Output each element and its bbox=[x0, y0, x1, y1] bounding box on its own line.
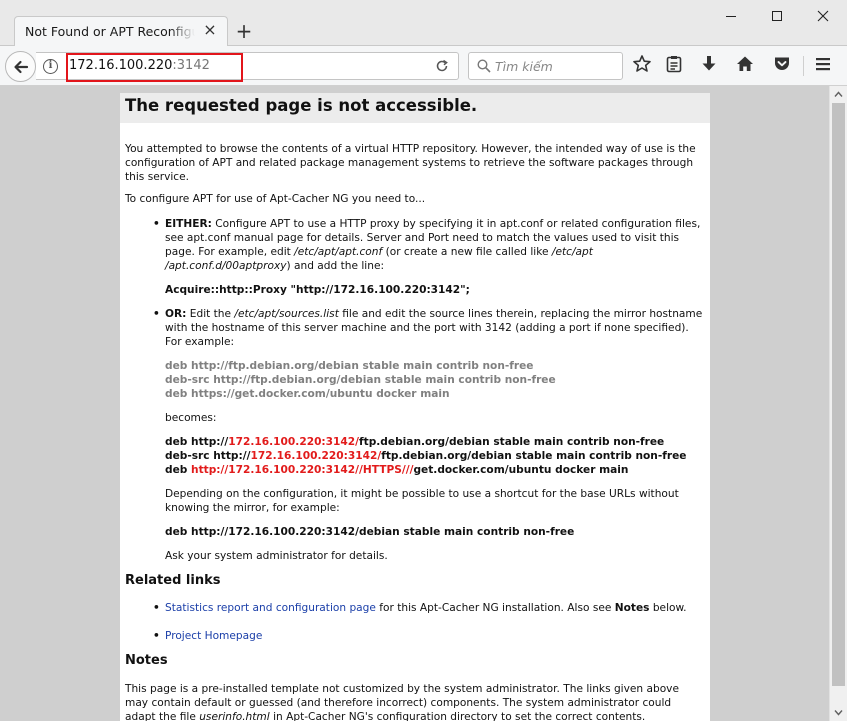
new-tab-button[interactable]: + bbox=[232, 19, 256, 43]
bullet-or: • bbox=[153, 308, 160, 320]
either-label: EITHER: bbox=[165, 218, 212, 230]
search-icon bbox=[477, 59, 491, 73]
pocket-icon bbox=[775, 57, 789, 70]
configure-lead: To configure APT for use of Apt-Cacher N… bbox=[125, 193, 426, 205]
search-input[interactable] bbox=[495, 57, 620, 75]
toolbar-separator bbox=[803, 56, 804, 76]
maximize-button[interactable] bbox=[754, 2, 800, 30]
rewritten-1-suffix: ftp.debian.org/debian stable main contri… bbox=[359, 436, 665, 448]
scroll-down-button[interactable] bbox=[830, 704, 847, 721]
star-icon bbox=[633, 55, 651, 72]
shortcut-line: deb http://172.16.100.220:3142/debian st… bbox=[165, 526, 575, 538]
pocket-button[interactable] bbox=[772, 54, 796, 78]
downloads-button[interactable] bbox=[699, 54, 723, 78]
rewritten-3-proxy: http://172.16.100.220:3142//HTTPS/// bbox=[191, 464, 414, 476]
homepage-item: Project Homepage bbox=[165, 629, 708, 643]
stats-text-2: below. bbox=[649, 602, 687, 614]
hamburger-menu-icon bbox=[816, 58, 830, 71]
proxy-config-line: Acquire::http::Proxy "http://172.16.100.… bbox=[165, 284, 470, 296]
content-viewport: The requested page is not accessible. Yo… bbox=[0, 86, 829, 721]
notes-text-2: in Apt-Cacher NG's configuration directo… bbox=[269, 711, 646, 721]
rewritten-source-1: deb http://172.16.100.220:3142/ftp.debia… bbox=[165, 435, 708, 449]
scroll-thumb[interactable] bbox=[832, 103, 845, 686]
intro-paragraph: You attempted to browse the contents of … bbox=[125, 143, 696, 183]
chevron-up-icon bbox=[834, 91, 843, 97]
download-icon bbox=[702, 56, 716, 71]
close-window-button[interactable] bbox=[800, 2, 846, 30]
home-button[interactable] bbox=[735, 54, 759, 78]
stats-text-1: for this Apt-Cacher NG installation. Als… bbox=[375, 602, 615, 614]
close-tab-icon[interactable]: × bbox=[201, 21, 219, 39]
clipboard-icon bbox=[666, 56, 682, 73]
bullet-homepage: • bbox=[153, 630, 160, 642]
minimize-button[interactable] bbox=[708, 2, 754, 30]
becomes-label: becomes: bbox=[165, 412, 217, 424]
rewritten-3-prefix: deb bbox=[165, 464, 192, 476]
maximize-icon bbox=[772, 11, 782, 21]
rewritten-2-suffix: ftp.debian.org/debian stable main contri… bbox=[381, 450, 687, 462]
open-menu-button[interactable] bbox=[813, 54, 837, 78]
title-bar: Not Found or APT Reconfiguration require… bbox=[0, 0, 847, 47]
notes-heading: Notes bbox=[125, 653, 168, 668]
original-source-1: deb http://ftp.debian.org/debian stable … bbox=[165, 360, 534, 372]
stats-item: Statistics report and configuration page… bbox=[165, 601, 708, 615]
or-item: OR: Edit the /etc/apt/sources.list file … bbox=[165, 307, 708, 349]
minimize-icon bbox=[726, 16, 736, 17]
bookmark-star-button[interactable] bbox=[632, 54, 656, 78]
chevron-down-icon bbox=[834, 710, 843, 716]
back-button[interactable] bbox=[5, 51, 36, 82]
back-arrow-icon bbox=[14, 60, 29, 74]
or-text-1: Edit the bbox=[186, 308, 235, 320]
rewritten-1-prefix: deb http:// bbox=[165, 436, 229, 448]
reload-icon bbox=[436, 59, 448, 72]
ask-admin-text: Ask your system administrator for detail… bbox=[165, 550, 388, 562]
notes-paragraph: This page is a pre-installed template no… bbox=[125, 682, 705, 721]
or-path: /etc/apt/sources.list bbox=[234, 308, 339, 320]
either-text-2: (or create a new file called like bbox=[382, 246, 552, 258]
related-links-heading: Related links bbox=[125, 573, 221, 588]
scroll-up-button[interactable] bbox=[830, 86, 847, 103]
either-path-1: /etc/apt/apt.conf bbox=[294, 246, 383, 258]
search-bar[interactable] bbox=[468, 52, 623, 80]
notes-file: userinfo.html bbox=[199, 711, 270, 721]
rewritten-2-proxy: 172.16.100.220:3142/ bbox=[250, 450, 382, 462]
original-source-3: deb https://get.docker.com/ubuntu docker… bbox=[165, 388, 450, 400]
url-highlight-box bbox=[66, 53, 243, 82]
stats-report-link[interactable]: Statistics report and configuration page bbox=[165, 602, 376, 614]
shortcut-text: Depending on the configuration, it might… bbox=[165, 488, 679, 514]
rewritten-1-proxy: 172.16.100.220:3142/ bbox=[228, 436, 360, 448]
original-source-2: deb-src http://ftp.debian.org/debian sta… bbox=[165, 374, 556, 386]
close-icon bbox=[817, 10, 829, 22]
or-label: OR: bbox=[165, 308, 187, 320]
rewritten-source-2: deb-src http://172.16.100.220:3142/ftp.d… bbox=[165, 449, 708, 463]
tab-title: Not Found or APT Reconfiguration require… bbox=[25, 24, 195, 39]
rewritten-source-3: deb http://172.16.100.220:3142//HTTPS///… bbox=[165, 463, 708, 477]
browser-tab[interactable]: Not Found or APT Reconfiguration require… bbox=[14, 16, 228, 47]
bullet-either: • bbox=[153, 218, 160, 230]
bullet-stats: • bbox=[153, 602, 160, 614]
vertical-scrollbar[interactable] bbox=[829, 86, 847, 721]
reload-button[interactable] bbox=[434, 58, 450, 74]
apt-cacher-error-page: The requested page is not accessible. Yo… bbox=[120, 93, 710, 721]
reading-list-button[interactable] bbox=[664, 54, 688, 78]
info-icon[interactable]: i bbox=[43, 59, 58, 74]
either-item: EITHER: Configure APT to use a HTTP prox… bbox=[165, 217, 708, 273]
rewritten-3-suffix: get.docker.com/ubuntu docker main bbox=[413, 464, 629, 476]
rewritten-2-prefix: deb-src http:// bbox=[165, 450, 251, 462]
stats-notes-word: Notes bbox=[614, 602, 650, 614]
home-icon bbox=[737, 56, 753, 71]
project-homepage-link[interactable]: Project Homepage bbox=[165, 630, 262, 642]
page-heading: The requested page is not accessible. bbox=[120, 93, 710, 123]
either-text-3: ) and add the line: bbox=[286, 260, 385, 272]
